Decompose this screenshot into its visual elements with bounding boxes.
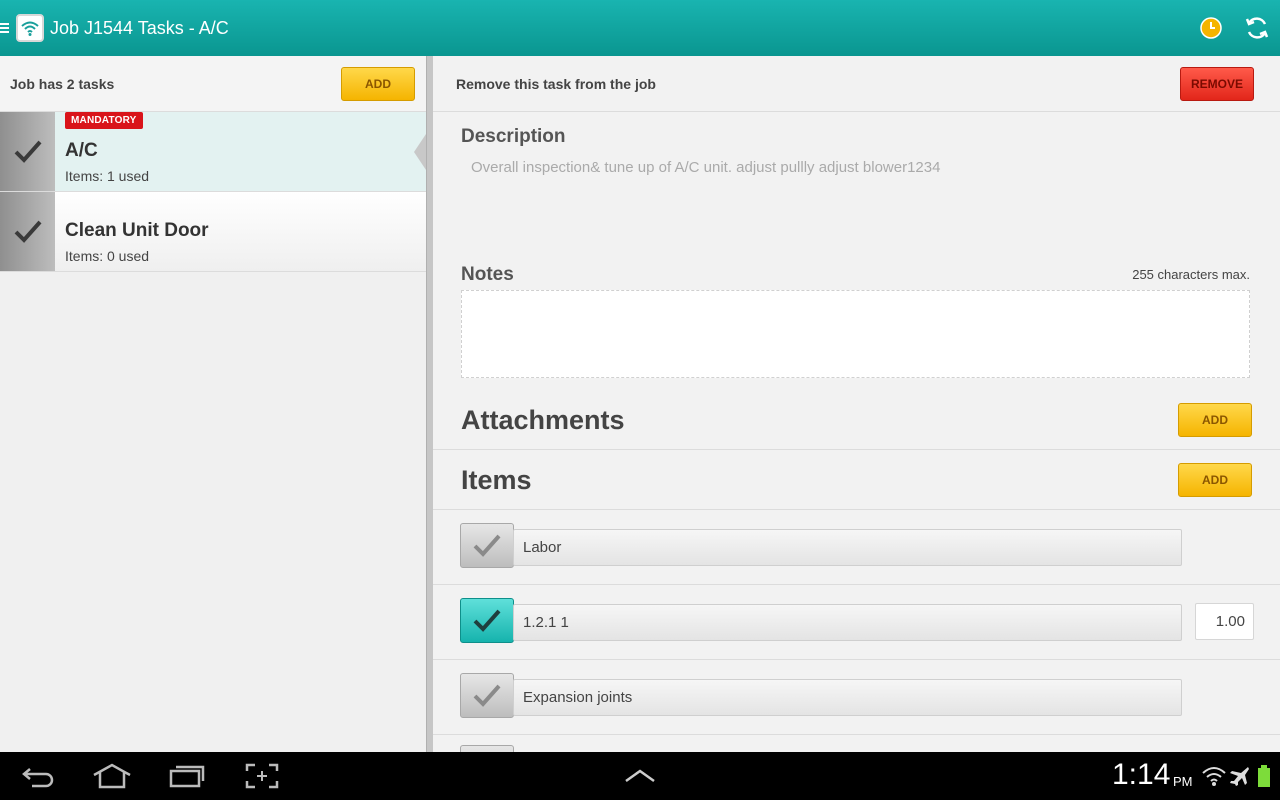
system-navigation-bar: 1:14 PM (0, 752, 1280, 800)
item-row: 1.2.1 1 1.00 (433, 585, 1280, 660)
task-item-ac[interactable]: MANDATORY A/C Items: 1 used (0, 112, 426, 192)
description-text: Overall inspection& tune up of A/C unit.… (471, 159, 941, 176)
item-checkbox[interactable] (460, 673, 514, 718)
wifi-app-icon[interactable] (16, 14, 44, 42)
item-row: Expansion joints (433, 660, 1280, 735)
items-section: Items ADD (433, 450, 1280, 510)
task-items-used: Items: 1 used (65, 168, 150, 184)
back-icon[interactable] (16, 760, 60, 792)
item-label[interactable]: Labor (513, 529, 1182, 566)
item-label[interactable]: 1.2.1 1 (513, 604, 1182, 641)
task-count-label: Job has 2 tasks (10, 75, 115, 92)
status-clock: 1:14 (1112, 758, 1171, 791)
remove-task-button[interactable]: REMOVE (1180, 66, 1254, 101)
task-items-used: Items: 0 used (65, 248, 150, 264)
task-check-icon[interactable] (0, 112, 55, 191)
selection-indicator (414, 134, 426, 170)
task-name: A/C (65, 140, 98, 161)
mandatory-badge: MANDATORY (65, 112, 143, 129)
attachments-section: Attachments ADD (433, 390, 1280, 450)
item-checkbox[interactable] (460, 523, 514, 568)
attachments-title: Attachments (461, 405, 625, 435)
task-name: Clean Unit Door (65, 220, 209, 241)
screenshot-icon[interactable] (240, 760, 284, 792)
notes-max-hint: 255 characters max. (1132, 267, 1250, 282)
status-ampm: PM (1173, 774, 1193, 789)
task-list-header: Job has 2 tasks ADD (0, 56, 426, 112)
airplane-icon (1226, 760, 1252, 792)
item-checkbox[interactable] (460, 598, 514, 643)
item-label[interactable]: Expansion joints (513, 679, 1182, 716)
add-attachment-button[interactable]: ADD (1178, 403, 1252, 437)
clock-icon[interactable] (1188, 0, 1234, 56)
add-task-button[interactable]: ADD (341, 66, 415, 101)
item-checkbox[interactable] (460, 745, 514, 752)
item-row: Labor (433, 510, 1280, 585)
pane-divider[interactable] (426, 56, 433, 752)
item-quantity-field[interactable]: 1.00 (1195, 603, 1254, 640)
remove-prompt: Remove this task from the job (456, 75, 656, 92)
task-check-icon[interactable] (0, 192, 55, 271)
action-bar: Job J1544 Tasks - A/C (0, 0, 1280, 56)
recent-apps-icon[interactable] (165, 760, 209, 792)
task-detail-pane: Remove this task from the job REMOVE Des… (433, 56, 1280, 752)
task-list-pane: Job has 2 tasks ADD MANDATORY A/C Items:… (0, 56, 426, 752)
description-title: Description (461, 126, 566, 147)
hamburger-icon[interactable] (0, 21, 12, 35)
page-title: Job J1544 Tasks - A/C (50, 17, 229, 38)
item-row-partial (433, 735, 1280, 752)
add-item-button[interactable]: ADD (1178, 463, 1252, 497)
battery-icon (1252, 760, 1276, 792)
notes-title: Notes (461, 264, 514, 285)
wifi-icon (1200, 760, 1228, 792)
sync-icon[interactable] (1234, 0, 1280, 56)
items-title: Items (461, 465, 532, 495)
up-chevron-icon[interactable] (618, 760, 662, 792)
notes-field[interactable] (461, 290, 1250, 378)
remove-task-bar: Remove this task from the job REMOVE (433, 56, 1280, 112)
home-icon[interactable] (90, 760, 134, 792)
task-item-clean-unit-door[interactable]: Clean Unit Door Items: 0 used (0, 192, 426, 272)
